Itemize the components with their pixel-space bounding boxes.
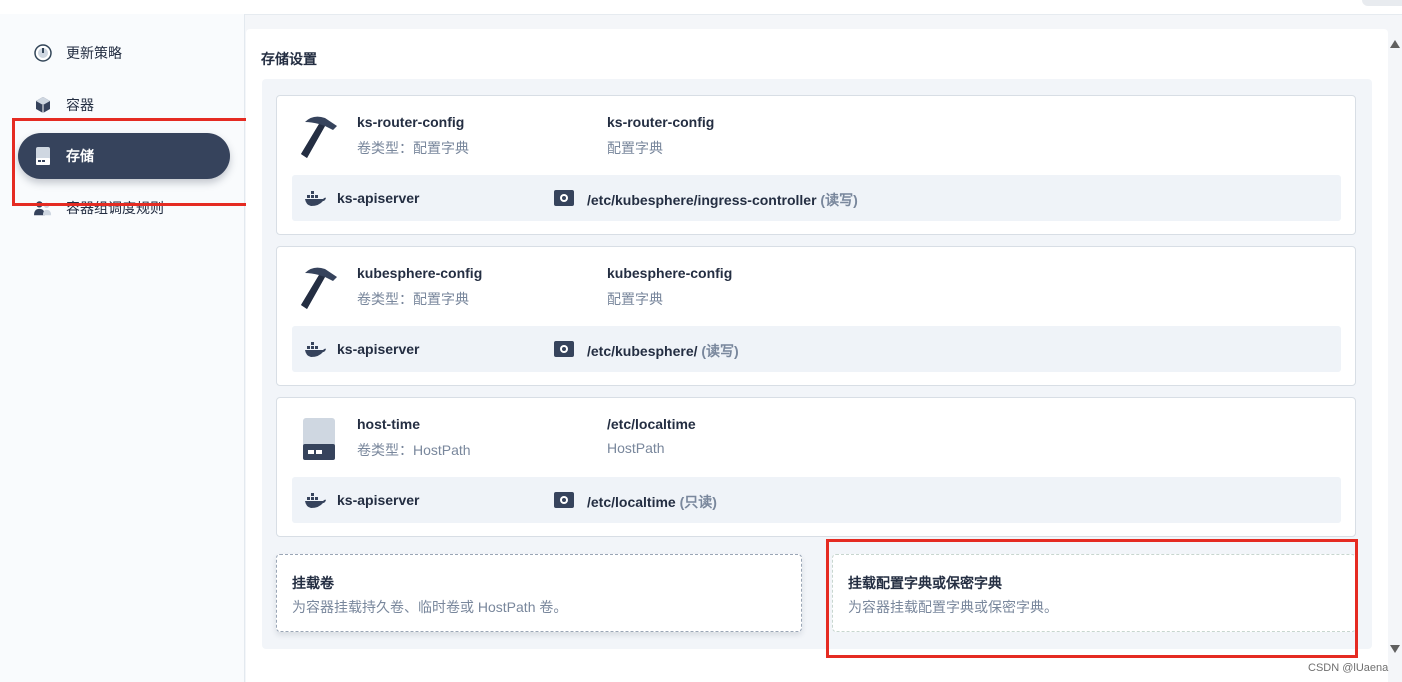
- mount-config-button[interactable]: 挂载配置字典或保密字典 为容器挂载配置字典或保密字典。: [832, 554, 1356, 632]
- volume-name: host-time: [357, 416, 420, 432]
- volume-name: kubesphere-config: [357, 265, 483, 281]
- mount-config-desc: 为容器挂载配置字典或保密字典。: [848, 599, 1058, 615]
- sidebar: 更新策略 容器 存储 容器组调度规则: [0, 14, 245, 682]
- volume-name: ks-router-config: [357, 114, 465, 130]
- mount-row: ks-apiserver /etc/kubesphere/ (读写): [292, 326, 1341, 372]
- storage-icon: [34, 147, 52, 165]
- volume-source: /etc/localtime: [607, 416, 696, 432]
- mount-volume-desc: 为容器挂载持久卷、临时卷或 HostPath 卷。: [292, 599, 568, 615]
- sidebar-item-label: 存储: [66, 148, 94, 164]
- scroll-up-arrow[interactable]: [1390, 40, 1400, 48]
- volume-card[interactable]: kubesphere-config 卷类型：配置字典 kubesphere-co…: [276, 246, 1356, 386]
- docker-icon: [304, 341, 326, 357]
- volume-type: 卷类型：HostPath: [357, 442, 471, 458]
- sidebar-item-label: 容器组调度规则: [66, 200, 164, 216]
- top-bar-corner: [1362, 0, 1402, 6]
- mount-path: /etc/kubesphere/ingress-controller (读写): [587, 190, 858, 210]
- docker-icon: [304, 190, 326, 206]
- volume-source: kubesphere-config: [607, 265, 733, 281]
- mount-row: ks-apiserver /etc/localtime (只读): [292, 477, 1341, 523]
- volume-source: ks-router-config: [607, 114, 715, 130]
- mount-container: ks-apiserver: [337, 341, 420, 357]
- mount-mode: (只读): [679, 494, 717, 510]
- docker-icon: [304, 492, 326, 508]
- sidebar-item-label: 容器: [66, 97, 94, 113]
- sidebar-item-storage[interactable]: 存储: [18, 133, 230, 179]
- mount-row: ks-apiserver /etc/kubesphere/ingress-con…: [292, 175, 1341, 221]
- scheduling-rules-icon: [34, 199, 52, 217]
- hammer-icon: [299, 114, 339, 160]
- mount-path-value: /etc/kubesphere/: [587, 343, 698, 359]
- mount-path-value: /etc/localtime: [587, 494, 676, 510]
- mount-config-title: 挂载配置字典或保密字典: [848, 575, 1002, 591]
- mount-path-value: /etc/kubesphere/ingress-controller: [587, 192, 817, 208]
- mount-path: /etc/kubesphere/ (读写): [587, 341, 739, 361]
- volume-card[interactable]: ks-router-config 卷类型：配置字典 ks-router-conf…: [276, 95, 1356, 235]
- mount-container: ks-apiserver: [337, 492, 420, 508]
- top-bar: [0, 0, 1402, 15]
- mount-path-icon: [554, 189, 574, 207]
- volume-type: 卷类型：配置字典: [357, 140, 469, 156]
- mount-volume-button[interactable]: 挂载卷 为容器挂载持久卷、临时卷或 HostPath 卷。: [276, 554, 802, 632]
- mount-mode: (读写): [701, 343, 739, 359]
- mount-path-icon: [554, 491, 574, 509]
- hammer-icon: [299, 265, 339, 311]
- mount-volume-title: 挂载卷: [292, 575, 334, 591]
- page-title: 存储设置: [261, 51, 317, 67]
- volume-source-type: 配置字典: [607, 291, 663, 307]
- mount-container: ks-apiserver: [337, 190, 420, 206]
- update-strategy-icon: [34, 44, 52, 62]
- mount-path-icon: [554, 340, 574, 358]
- container-icon: [34, 96, 52, 114]
- watermark: CSDN @lUaena: [1308, 662, 1389, 674]
- sidebar-item-update-strategy[interactable]: 更新策略: [18, 30, 230, 76]
- storage-settings-panel: 存储设置 ks-router-config 卷类型：配置字典 ks-router…: [246, 29, 1388, 682]
- disk-icon: [299, 416, 339, 462]
- scroll-down-arrow[interactable]: [1390, 645, 1400, 653]
- sidebar-item-containers[interactable]: 容器: [18, 82, 230, 128]
- sidebar-item-label: 更新策略: [66, 45, 122, 61]
- mount-mode: (读写): [820, 192, 858, 208]
- volume-source-type: HostPath: [607, 440, 665, 456]
- sidebar-item-scheduling-rules[interactable]: 容器组调度规则: [18, 185, 230, 231]
- volume-type: 卷类型：配置字典: [357, 291, 469, 307]
- volume-source-type: 配置字典: [607, 140, 663, 156]
- mount-path: /etc/localtime (只读): [587, 492, 717, 512]
- volume-card[interactable]: host-time 卷类型：HostPath /etc/localtime Ho…: [276, 397, 1356, 537]
